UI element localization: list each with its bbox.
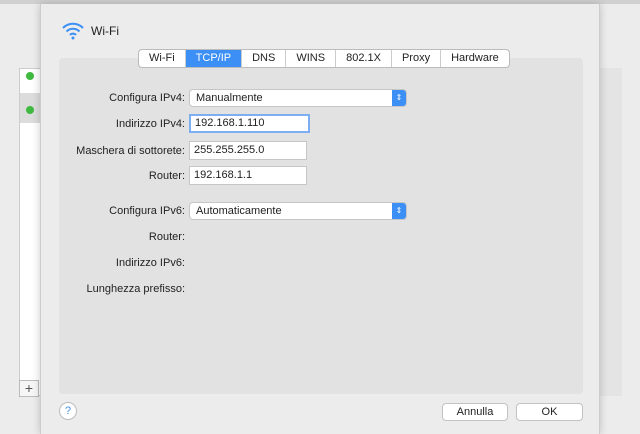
subnet-mask-input[interactable]: 255.255.255.0 — [189, 141, 307, 160]
ipv4-address-label: Indirizzo IPv4: — [115, 117, 185, 130]
status-green-icon — [26, 106, 34, 114]
ok-button[interactable]: OK — [516, 403, 583, 421]
sheet-title-text: Wi-Fi — [91, 24, 119, 38]
wifi-icon — [62, 22, 84, 40]
configure-ipv6-select[interactable]: Automaticamente ⇕ — [189, 202, 407, 220]
configure-ipv4-label: Configura IPv4: — [109, 92, 185, 104]
chevron-updown-icon: ⇕ — [392, 203, 406, 219]
configure-ipv6-label: Configura IPv6: — [109, 205, 185, 217]
tab-proxy[interactable]: Proxy — [392, 50, 442, 67]
subnet-mask-label: Maschera di sottorete: — [76, 144, 185, 157]
wifi-advanced-sheet: Wi-Fi Wi-Fi TCP/IP DNS WINS 802.1X Proxy… — [40, 4, 600, 434]
chevron-updown-icon: ⇕ — [392, 90, 406, 106]
router-label: Router: — [148, 169, 185, 182]
router-input[interactable]: 192.168.1.1 — [189, 166, 307, 185]
tab-wins[interactable]: WINS — [286, 50, 337, 67]
configure-ipv6-value: Automaticamente — [196, 205, 282, 217]
tab-bar: Wi-Fi TCP/IP DNS WINS 802.1X Proxy Hardw… — [138, 49, 510, 68]
tab-wifi[interactable]: Wi-Fi — [139, 50, 186, 67]
add-service-button[interactable]: + — [19, 380, 39, 397]
tab-tcpip[interactable]: TCP/IP — [185, 50, 243, 67]
configure-ipv4-select[interactable]: Manualmente ⇕ — [189, 89, 407, 107]
prefix-length-label: Lunghezza prefisso: — [86, 283, 185, 295]
tab-dns[interactable]: DNS — [242, 50, 287, 67]
sheet-title: Wi-Fi — [61, 22, 119, 40]
background-panel — [600, 68, 622, 396]
tab-hardware[interactable]: Hardware — [441, 50, 509, 67]
ipv4-address-input[interactable]: 192.168.1.110 — [189, 114, 310, 133]
tab-8021x[interactable]: 802.1X — [336, 50, 392, 67]
ipv6-router-label: Router: — [148, 231, 185, 243]
ipv6-address-label: Indirizzo IPv6: — [115, 257, 185, 269]
status-green-icon — [26, 72, 34, 80]
tcpip-panel — [59, 58, 583, 394]
cancel-button[interactable]: Annulla — [442, 403, 508, 421]
configure-ipv4-value: Manualmente — [196, 92, 263, 104]
help-button[interactable]: ? — [59, 402, 77, 420]
